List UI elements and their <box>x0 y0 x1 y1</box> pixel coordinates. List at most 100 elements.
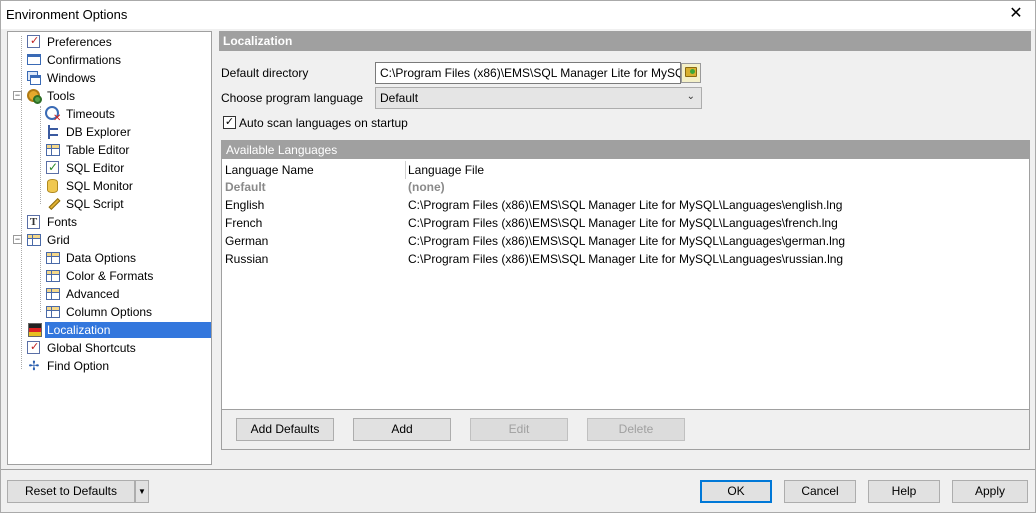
tree-item-label: Windows <box>47 71 96 85</box>
tools-icon <box>26 88 42 104</box>
help-button[interactable]: Help <box>868 480 940 503</box>
tree-item-grid[interactable]: Grid <box>26 231 72 249</box>
tree-item-label: SQL Script <box>66 197 124 211</box>
language-file-cell: C:\Program Files (x86)\EMS\SQL Manager L… <box>408 198 843 212</box>
auto-scan-label: Auto scan languages on startup <box>239 116 408 130</box>
localization-icon <box>26 322 42 338</box>
tree-item-timeouts[interactable]: ✕ Timeouts <box>45 105 117 124</box>
auto-scan-checkbox[interactable]: ✓ <box>223 116 236 129</box>
delete-button[interactable]: Delete <box>587 418 685 441</box>
language-name-cell: French <box>225 216 263 230</box>
color-formats-icon <box>45 268 61 284</box>
options-tree[interactable]: ✓ Preferences Confirmations Windows − To… <box>7 31 212 465</box>
tree-item-label: Find Option <box>47 359 110 373</box>
tree-item-db-explorer[interactable]: DB Explorer <box>45 123 133 141</box>
tree-item-label: Preferences <box>47 35 112 49</box>
tree-item-sql-script[interactable]: SQL Script <box>45 195 126 213</box>
language-file-cell: C:\Program Files (x86)\EMS\SQL Manager L… <box>408 252 844 266</box>
tree-item-sql-monitor[interactable]: SQL Monitor <box>45 177 135 195</box>
tree-item-sql-editor[interactable]: ✓ SQL Editor <box>45 159 126 177</box>
tree-item-label: Grid <box>47 233 70 247</box>
language-name-cell: English <box>225 198 265 212</box>
tree-item-label: Global Shortcuts <box>47 341 136 355</box>
tree-item-global-shortcuts[interactable]: ✓ Global Shortcuts <box>26 339 138 357</box>
tools-expander[interactable]: − <box>13 91 22 100</box>
choose-language-label: Choose program language <box>221 91 364 105</box>
chevron-down-icon: ⌄ <box>686 91 695 102</box>
windows-icon <box>26 70 42 86</box>
tree-item-windows[interactable]: Windows <box>26 69 98 87</box>
data-options-icon <box>45 250 61 266</box>
tree-item-confirmations[interactable]: Confirmations <box>26 51 123 69</box>
cancel-button[interactable]: Cancel <box>784 480 856 503</box>
tree-item-label: Data Options <box>66 251 137 265</box>
tree-item-find-option[interactable]: ✢ Find Option <box>26 357 111 375</box>
tree-item-label: Column Options <box>66 305 153 319</box>
table-editor-icon <box>45 142 61 158</box>
localization-header: Localization <box>219 31 1031 51</box>
window-title: Environment Options <box>6 7 128 22</box>
language-name-cell: German <box>225 234 269 248</box>
tree-item-color-formats[interactable]: Color & Formats <box>45 267 155 285</box>
tree-item-label: DB Explorer <box>66 125 131 139</box>
sql-editor-icon: ✓ <box>46 160 59 174</box>
sql-script-icon <box>45 196 61 212</box>
tree-item-label: Advanced <box>66 287 120 301</box>
language-name-cell: Russian <box>225 252 269 266</box>
default-directory-label: Default directory <box>221 66 309 80</box>
tree-item-label: SQL Editor <box>66 161 125 175</box>
close-icon[interactable]: ✕ <box>1001 3 1031 27</box>
tree-item-label: Timeouts <box>66 107 115 121</box>
tree-connector-line <box>21 36 22 369</box>
footer-divider <box>1 469 1035 470</box>
available-languages-panel: Available Languages Language Name Langua… <box>221 140 1030 410</box>
apply-button[interactable]: Apply <box>952 480 1028 503</box>
reset-to-defaults-button[interactable]: Reset to Defaults <box>7 480 135 503</box>
folder-icon <box>685 67 697 77</box>
tree-item-localization[interactable]: Localization <box>26 321 212 339</box>
tree-item-data-options[interactable]: Data Options <box>45 249 138 267</box>
language-select-value: Default <box>380 91 419 105</box>
edit-button[interactable]: Edit <box>470 418 568 441</box>
language-name-cell: Default <box>225 180 266 194</box>
tree-item-table-editor[interactable]: Table Editor <box>45 141 131 159</box>
tree-item-label: Color & Formats <box>66 269 154 283</box>
column-separator[interactable] <box>405 161 406 179</box>
tree-item-column-options[interactable]: Column Options <box>45 303 154 321</box>
add-defaults-button[interactable]: Add Defaults <box>236 418 334 441</box>
tree-item-preferences[interactable]: ✓ Preferences <box>26 33 114 51</box>
find-option-icon: ✢ <box>28 358 40 373</box>
tree-item-fonts[interactable]: T Fonts <box>26 213 79 231</box>
default-directory-field[interactable]: C:\Program Files (x86)\EMS\SQL Manager L… <box>375 62 681 84</box>
tree-item-label: Localization <box>45 322 212 338</box>
tree-item-label: Table Editor <box>66 143 130 157</box>
preferences-icon: ✓ <box>26 34 42 50</box>
global-shortcuts-icon: ✓ <box>26 340 42 356</box>
grid-icon <box>26 232 42 248</box>
timeouts-icon: ✕ <box>45 106 61 124</box>
languages-button-bar: Add Defaults Add Edit Delete <box>221 410 1030 450</box>
reset-dropdown-arrow[interactable]: ▼ <box>135 480 149 503</box>
tree-connector-line <box>40 106 41 204</box>
column-options-icon <box>45 304 61 320</box>
tree-item-label: Confirmations <box>47 53 122 67</box>
tree-item-advanced[interactable]: Advanced <box>45 285 121 303</box>
grid-expander[interactable]: − <box>13 235 22 244</box>
ok-button[interactable]: OK <box>700 480 772 503</box>
column-language-name[interactable]: Language Name <box>225 161 314 179</box>
language-select[interactable]: Default ⌄ <box>375 87 702 109</box>
browse-folder-button[interactable] <box>681 63 701 83</box>
column-language-file[interactable]: Language File <box>408 161 485 179</box>
tree-item-tools[interactable]: Tools <box>26 87 77 105</box>
add-button[interactable]: Add <box>353 418 451 441</box>
tree-item-label: SQL Monitor <box>66 179 133 193</box>
language-file-cell: C:\Program Files (x86)\EMS\SQL Manager L… <box>408 234 846 248</box>
environment-options-window: Environment Options ✕ ✓ Preferences Conf… <box>0 0 1036 513</box>
confirmations-icon <box>26 52 42 68</box>
tree-item-label: Tools <box>47 89 76 103</box>
sql-monitor-icon <box>45 178 61 194</box>
language-file-cell: (none) <box>408 180 445 194</box>
available-languages-header: Available Languages <box>222 141 1029 159</box>
fonts-icon: T <box>26 214 42 230</box>
title-bar: Environment Options ✕ <box>1 1 1035 29</box>
